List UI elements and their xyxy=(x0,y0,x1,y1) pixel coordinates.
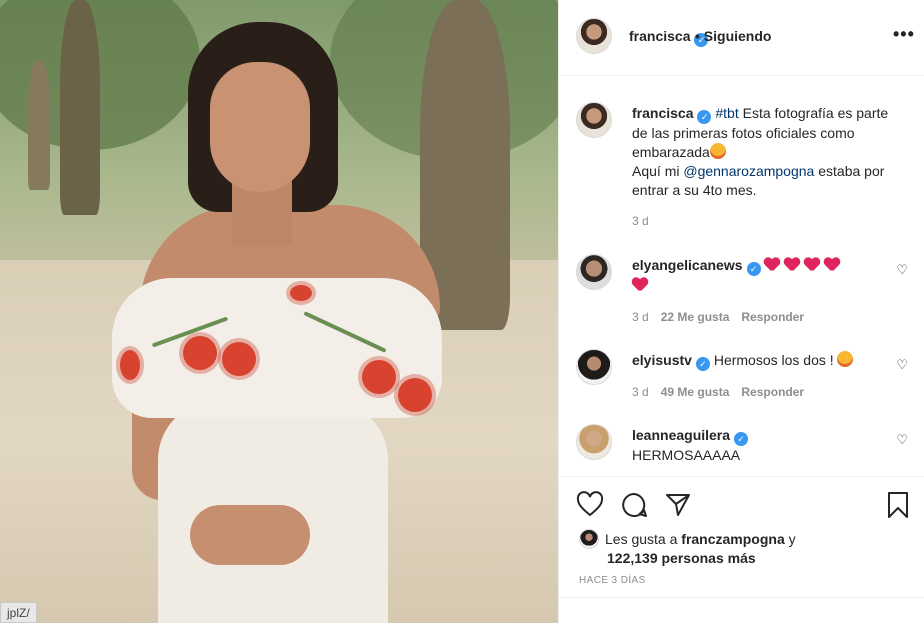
reply-button[interactable]: Responder xyxy=(741,310,804,324)
heart-icon xyxy=(824,258,840,272)
embroidered-flower xyxy=(183,336,217,370)
more-options-icon[interactable]: ••• xyxy=(893,24,915,45)
heart-icon xyxy=(784,258,800,272)
post-header: francisca ✓ • Siguiendo ••• xyxy=(559,0,924,76)
comment-like-icon[interactable]: ♡ xyxy=(896,357,908,373)
verified-icon: ✓ xyxy=(697,110,712,124)
comment-likes[interactable]: 22 Me gusta xyxy=(661,310,730,324)
avatar[interactable] xyxy=(576,18,612,54)
comment-author[interactable]: leanneaguilera ✓ xyxy=(632,427,749,446)
avatar[interactable] xyxy=(576,424,612,460)
share-icon[interactable] xyxy=(664,491,692,519)
url-fragment: jplZ/ xyxy=(0,602,37,623)
reply-button[interactable]: Responder xyxy=(741,385,804,399)
divider xyxy=(559,597,924,598)
embroidered-flower xyxy=(120,350,140,380)
comment-text: leanneaguilera ✓ HERMOSAAAAA xyxy=(632,426,882,465)
hashtag-link[interactable]: #tbt xyxy=(715,105,738,121)
woman-hands xyxy=(190,505,310,565)
embroidered-flower xyxy=(362,360,396,394)
woman-face xyxy=(210,62,310,192)
caption-text: francisca ✓ #tbt Esta fotografía es parte… xyxy=(632,105,889,198)
comment-meta: 3 d 49 Me gusta Responder xyxy=(632,385,805,399)
embroidered-flower xyxy=(222,342,256,376)
comment-text: elyangelicanews ✓ xyxy=(632,256,882,295)
caption-time[interactable]: 3 d xyxy=(632,214,649,228)
avatar[interactable] xyxy=(579,529,599,549)
comment-meta: 3 d 22 Me gusta Responder xyxy=(632,310,805,324)
embroidered-flower xyxy=(290,285,312,301)
action-bar: Les gusta a franczampogna y 122,139 pers… xyxy=(559,476,924,623)
comment-likes[interactable]: 49 Me gusta xyxy=(661,385,730,399)
comment-icon[interactable] xyxy=(620,491,648,519)
avatar[interactable] xyxy=(576,254,612,290)
heart-eyes-emoji-icon xyxy=(709,143,726,159)
comment: elyangelicanews ✓ 3 d 22 Me gusta Responder… xyxy=(576,254,912,334)
comment-text: elyisustv ✓ Hermosos los dos ! xyxy=(632,351,882,371)
following-status[interactable]: • Siguiendo xyxy=(695,28,771,44)
post-photo[interactable] xyxy=(0,0,558,623)
avatar[interactable] xyxy=(576,102,612,138)
comment-like-icon[interactable]: ♡ xyxy=(896,262,908,278)
like-icon[interactable] xyxy=(576,491,604,519)
heart-icon xyxy=(632,278,648,292)
likes-summary: Les gusta a franczampogna y 122,139 pers… xyxy=(579,529,909,568)
verified-icon: ✓ xyxy=(695,357,710,371)
post-date[interactable]: HACE 3 DÍAS xyxy=(579,575,646,586)
comment-author[interactable]: elyisustv ✓ xyxy=(632,352,710,371)
embroidered-flower xyxy=(398,378,432,412)
mention-link[interactable]: @gennarozampogna xyxy=(683,163,814,179)
comment-author[interactable]: elyangelicanews ✓ xyxy=(632,257,761,276)
post-details-panel: francisca ✓ • Siguiendo ••• francisca ✓ #t… xyxy=(558,0,924,623)
verified-icon: ✓ xyxy=(734,432,749,446)
comment-like-icon[interactable]: ♡ xyxy=(896,432,908,448)
tree-trunk xyxy=(28,60,50,190)
heart-icon xyxy=(804,258,820,272)
save-icon[interactable] xyxy=(884,491,912,519)
likes-count[interactable]: 122,139 personas más xyxy=(579,550,756,566)
comment: leanneaguilera ✓ HERMOSAAAAA ♡ xyxy=(576,424,912,474)
avatar[interactable] xyxy=(576,349,612,385)
heart-eyes-emoji-icon xyxy=(836,351,853,367)
heart-icon xyxy=(764,258,780,272)
tree-trunk xyxy=(60,0,100,215)
verified-icon: ✓ xyxy=(746,262,761,276)
liker-username[interactable]: franczampogna xyxy=(681,531,784,547)
caption-author[interactable]: francisca ✓ xyxy=(632,105,712,124)
comment: elyisustv ✓ Hermosos los dos ! 3 d 49 Me g… xyxy=(576,349,912,409)
lace-top xyxy=(112,278,442,418)
